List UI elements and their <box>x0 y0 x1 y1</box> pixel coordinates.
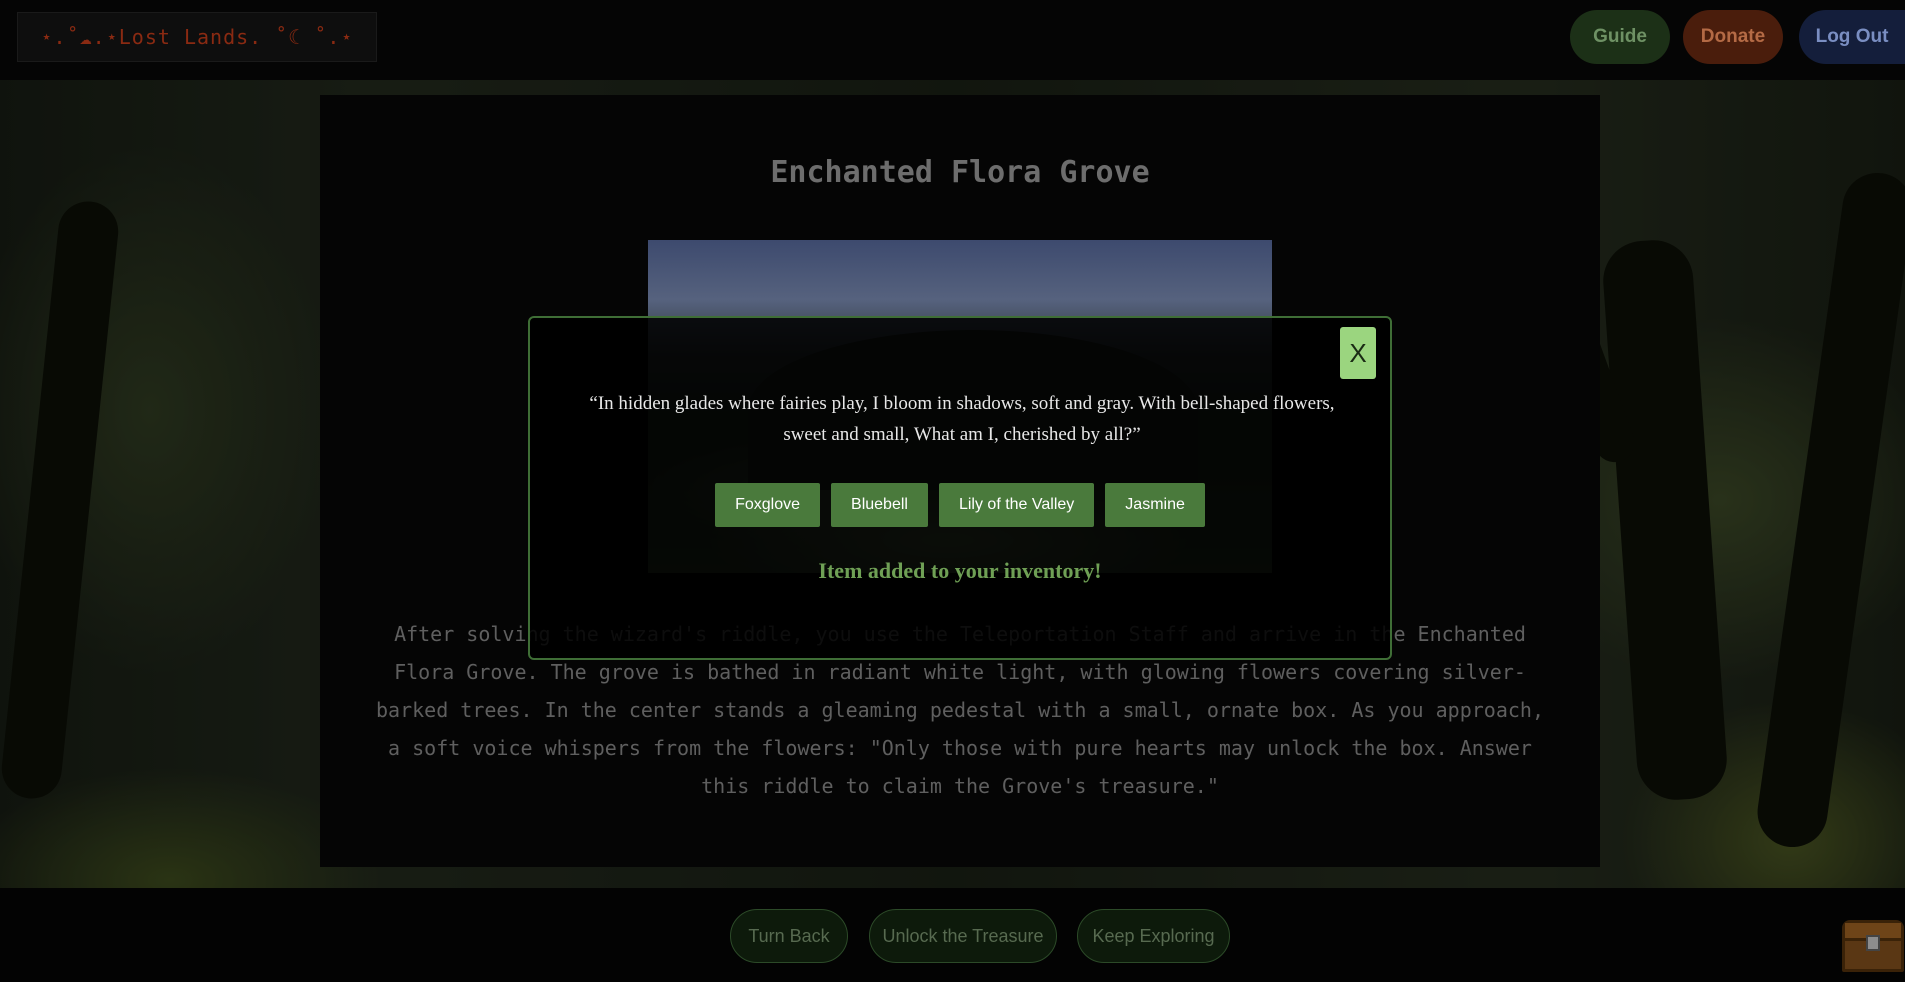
riddle-text: “In hidden glades where fairies play, I … <box>589 393 1335 445</box>
top-bar: ⋆.˚☁︎.⋆Lost Lands. ˚☾ ˚.⋆ Guide Donate L… <box>0 0 1905 80</box>
answer-button[interactable]: Jasmine <box>1105 483 1205 527</box>
inventory-message: Item added to your inventory! <box>818 558 1102 583</box>
answer-button[interactable]: Bluebell <box>831 483 928 527</box>
donate-button[interactable]: Donate <box>1683 10 1783 64</box>
chest-lock <box>1866 935 1880 951</box>
game-logo[interactable]: ⋆.˚☁︎.⋆Lost Lands. ˚☾ ˚.⋆ <box>17 12 377 62</box>
logout-button[interactable]: Log Out <box>1799 10 1905 64</box>
treasure-chest-icon[interactable] <box>1842 920 1904 972</box>
choice-bar: Turn Back Unlock the Treasure Keep Explo… <box>0 888 1905 982</box>
close-button[interactable]: X <box>1340 327 1376 379</box>
answer-button[interactable]: Lily of the Valley <box>938 483 1095 527</box>
answer-button[interactable]: Foxglove <box>715 483 821 527</box>
unlock-treasure-button[interactable]: Unlock the Treasure <box>869 909 1057 963</box>
riddle-modal: X “In hidden glades where fairies play, … <box>528 316 1392 660</box>
answer-options: Foxglove Bluebell Lily of the Valley Jas… <box>530 483 1390 527</box>
guide-button[interactable]: Guide <box>1570 10 1670 64</box>
location-title: Enchanted Flora Grove <box>770 155 1150 190</box>
logo-text: ⋆.˚☁︎.⋆Lost Lands. ˚☾ ˚.⋆ <box>40 25 354 49</box>
keep-exploring-button[interactable]: Keep Exploring <box>1077 909 1230 963</box>
turn-back-button[interactable]: Turn Back <box>730 909 848 963</box>
